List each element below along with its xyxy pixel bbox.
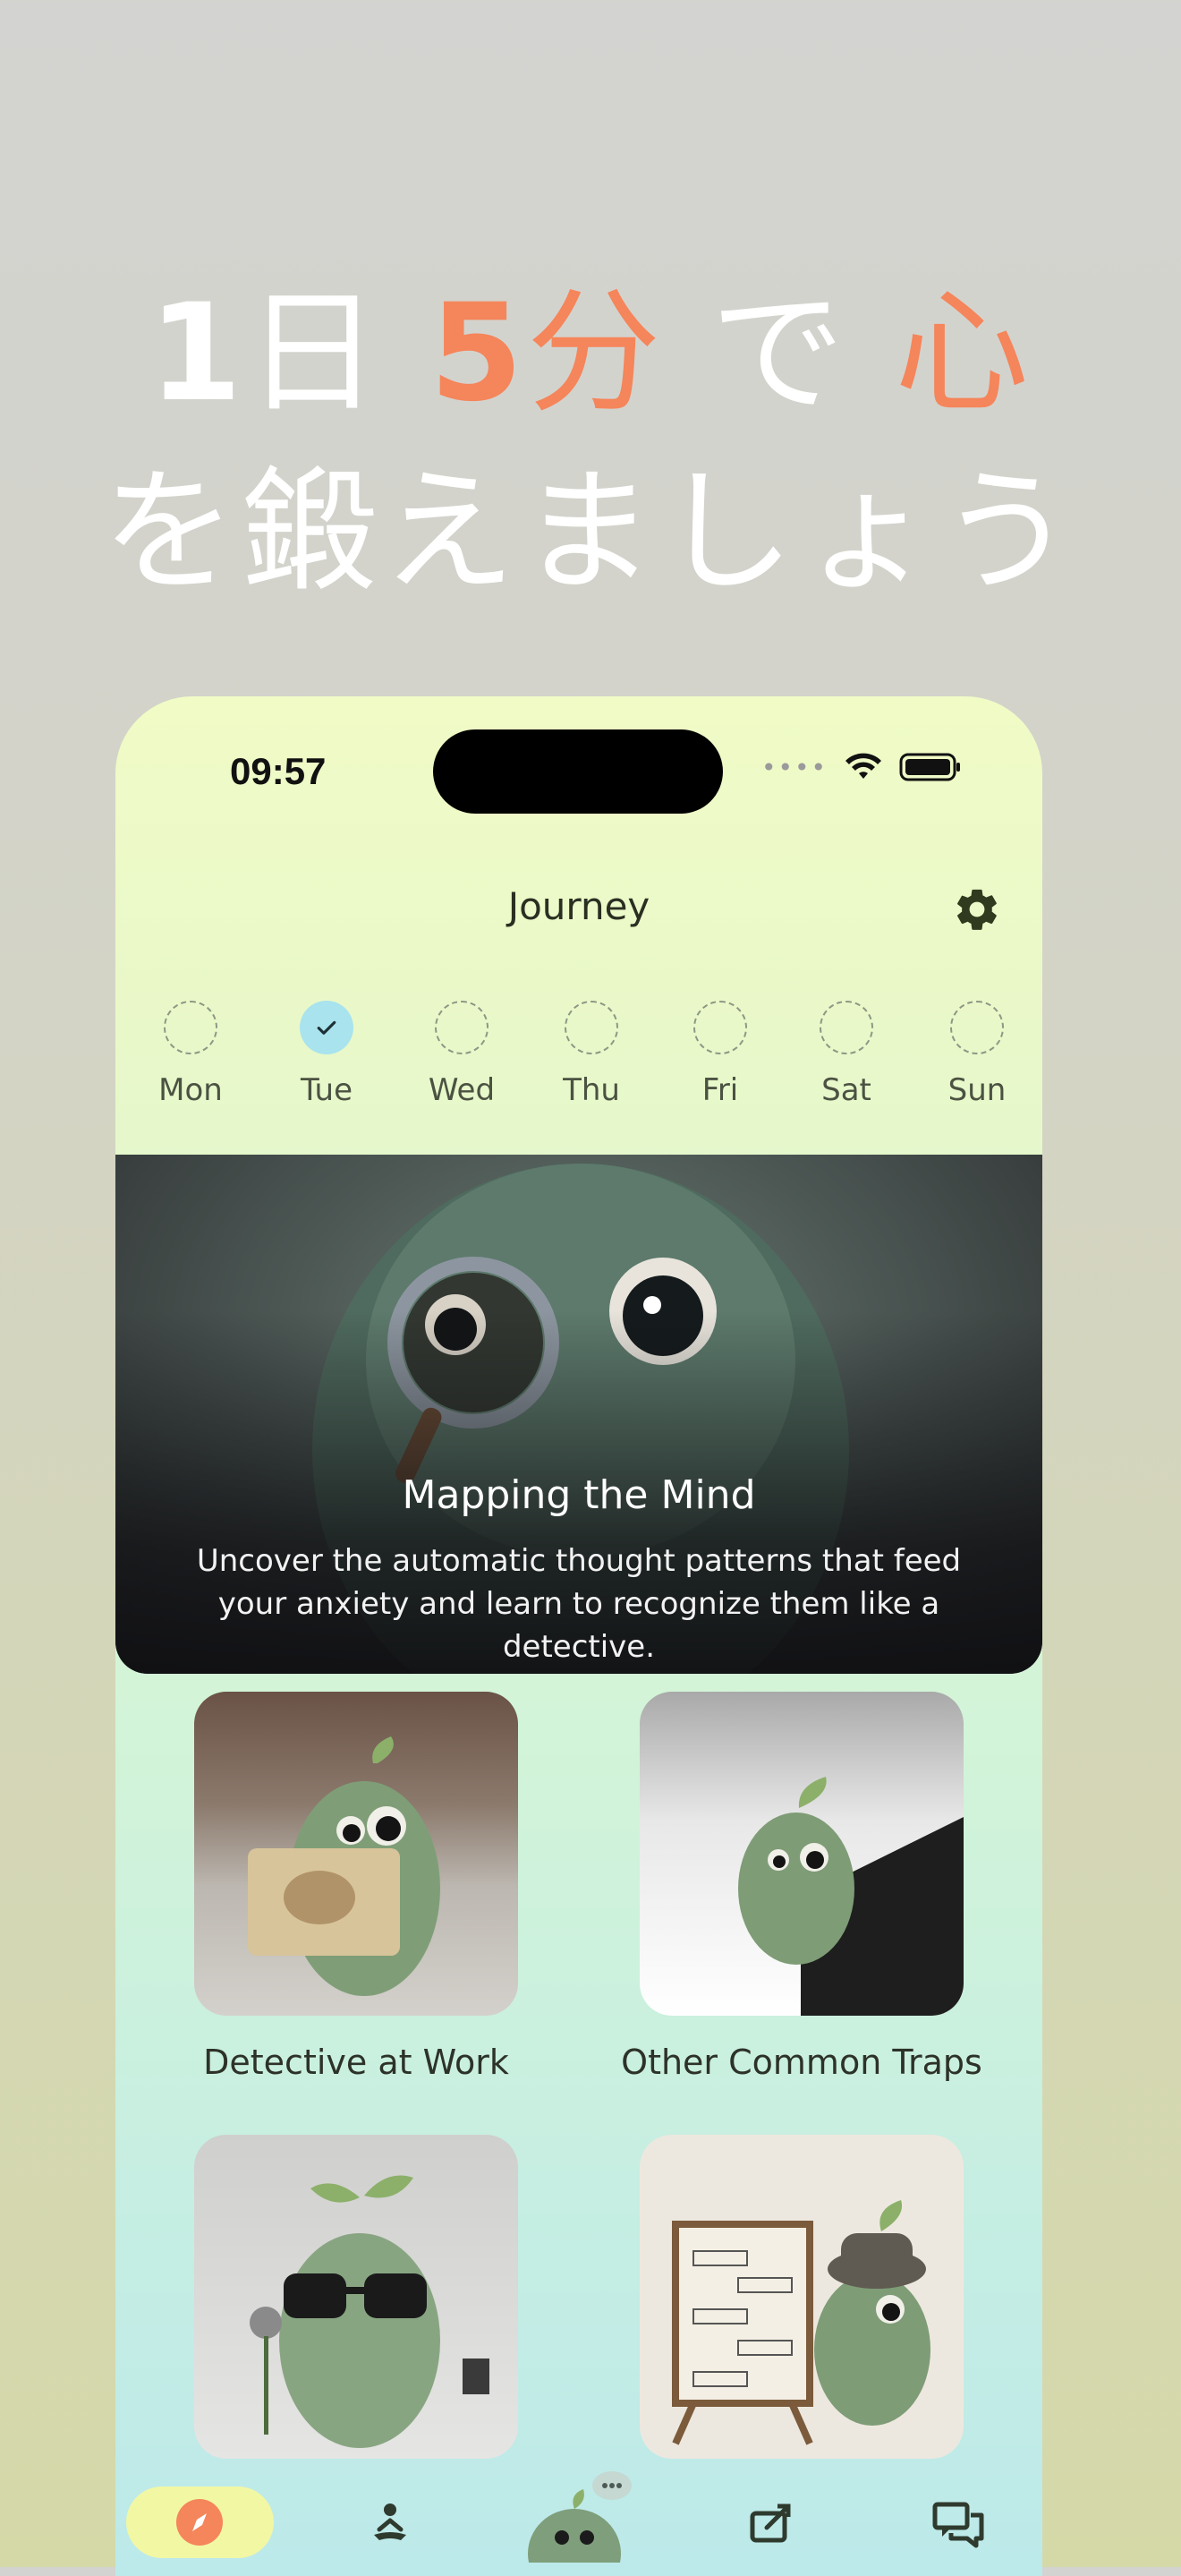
- day-wed[interactable]: Wed: [408, 1001, 515, 1108]
- status-icons: ••••: [761, 752, 962, 782]
- card-image: [640, 2135, 964, 2459]
- gear-icon[interactable]: [952, 884, 1002, 934]
- headline-minutes: 分: [526, 276, 665, 431]
- mascot-map-illustration: [248, 1736, 440, 1996]
- day-label: Fri: [701, 1072, 739, 1108]
- chat-bubbles-icon[interactable]: [930, 2495, 987, 2553]
- headline-line-2: を鍛えましょう: [101, 455, 1079, 610]
- day-status-circle: [565, 1001, 618, 1054]
- journal-icon[interactable]: [742, 2495, 799, 2553]
- mascot-shadow-illustration: [738, 1777, 964, 2016]
- lesson-card-4[interactable]: [640, 2135, 964, 2486]
- phone-mockup: 09:57 •••• Journey Mon Tue Wed Thu Fri S…: [115, 696, 1042, 2576]
- day-label: Thu: [563, 1072, 620, 1108]
- day-sat[interactable]: Sat: [793, 1001, 900, 1108]
- day-fri[interactable]: Fri: [667, 1001, 774, 1108]
- headline-line-1: 1日 5分 で 心: [0, 286, 1181, 421]
- signal-dots-icon: ••••: [760, 752, 828, 782]
- day-label: Sun: [947, 1072, 1007, 1108]
- headline-number-1: 1: [149, 276, 246, 431]
- tab-journey[interactable]: [126, 2486, 274, 2558]
- dynamic-island: [433, 729, 723, 814]
- card-label: Detective at Work: [203, 2043, 509, 2082]
- lesson-card-detective-at-work[interactable]: Detective at Work: [194, 1692, 518, 2082]
- mascot-evidence-board-illustration: [672, 2200, 930, 2445]
- lesson-card-other-common-traps[interactable]: Other Common Traps: [621, 1692, 982, 2082]
- day-status-circle: [950, 1001, 1004, 1054]
- card-image: [194, 1692, 518, 2016]
- headline-number-5: 5: [429, 276, 527, 431]
- day-label: Wed: [428, 1072, 496, 1108]
- day-thu[interactable]: Thu: [538, 1001, 645, 1108]
- card-image: [194, 2135, 518, 2459]
- day-status-circle: [693, 1001, 747, 1054]
- day-tue[interactable]: Tue: [273, 1001, 380, 1108]
- mascot-sunglasses-illustration: [250, 2175, 489, 2448]
- hero-lesson-card[interactable]: Mapping the Mind Uncover the automatic t…: [115, 1155, 1042, 1674]
- card-image: [640, 1692, 964, 2016]
- page-title: Journey: [507, 884, 650, 928]
- day-label: Sat: [821, 1072, 871, 1108]
- day-status-circle: [164, 1001, 217, 1054]
- card-label: Other Common Traps: [621, 2043, 982, 2082]
- status-time: 09:57: [230, 750, 327, 792]
- day-status-circle-done: [300, 1001, 353, 1054]
- day-sun[interactable]: Sun: [923, 1001, 1031, 1108]
- day-status-circle: [435, 1001, 489, 1054]
- wifi-icon: [845, 753, 881, 779]
- compass-icon: [176, 2499, 223, 2546]
- mascot-chat-icon[interactable]: [523, 2464, 639, 2563]
- checkmark-icon: [317, 1020, 336, 1035]
- battery-icon: [899, 753, 960, 781]
- day-label: Tue: [300, 1072, 353, 1108]
- headline-particle: で: [710, 276, 849, 431]
- tab-bar: [115, 2471, 1042, 2576]
- day-mon[interactable]: Mon: [137, 1001, 244, 1108]
- meditation-icon[interactable]: [361, 2495, 419, 2553]
- day-status-circle: [820, 1001, 873, 1054]
- hero-title: Mapping the Mind: [402, 1472, 756, 1518]
- day-label: Mon: [158, 1072, 223, 1108]
- lesson-card-3[interactable]: [194, 2135, 518, 2486]
- headline-heart: 心: [894, 276, 1032, 431]
- headline-day: 日: [245, 276, 384, 431]
- hero-description: Uncover the automatic thought patterns t…: [196, 1543, 962, 1665]
